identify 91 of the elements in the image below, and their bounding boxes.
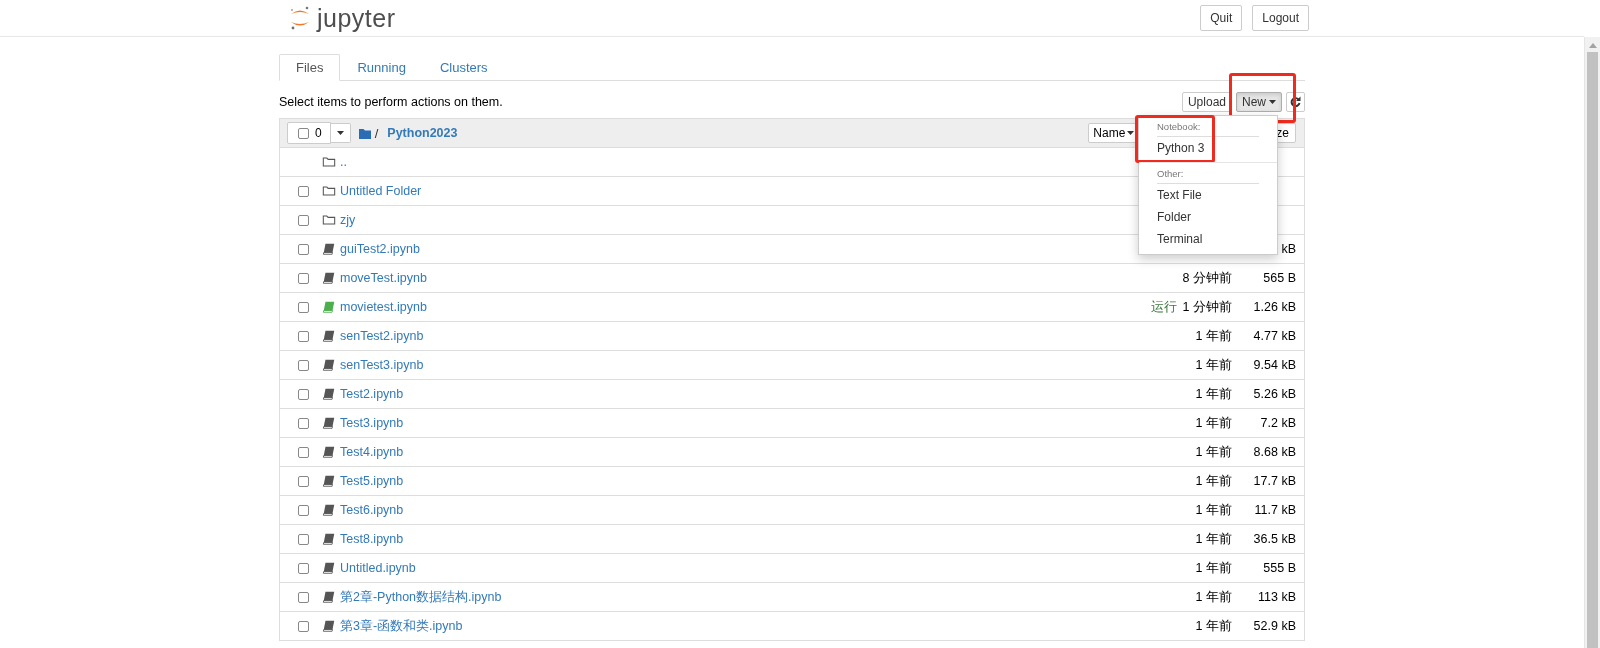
file-size: 9.54 kB [1252,358,1296,372]
file-link[interactable]: Untitled Folder [340,184,422,198]
header-button[interactable]: Quit [1200,5,1243,31]
modified-time: 1 年前 [1195,327,1232,345]
checkbox[interactable] [298,185,309,197]
modified-time: 1 年前 [1195,530,1232,548]
file-link[interactable]: senTest2.ipynb [340,329,424,343]
file-size: 565 B [1262,271,1296,285]
checkbox[interactable] [298,446,309,458]
file-size: 7.2 kB [1259,416,1296,430]
menu-item[interactable]: Terminal [1139,228,1221,250]
upload-button[interactable]: Upload [1181,92,1232,112]
file-size: 11.7 kB [1253,503,1296,517]
file-link[interactable]: Test5.ipynb [340,474,404,488]
file-link[interactable]: Test4.ipynb [340,445,404,459]
file-link[interactable]: zjy [340,213,356,227]
menu-item[interactable]: Text File [1139,184,1220,206]
folder-icon [322,155,336,169]
file-size: 113 kB [1257,590,1296,604]
checkbox[interactable] [298,620,309,632]
tab[interactable]: Clusters [422,54,505,81]
checkbox[interactable] [298,533,309,545]
caret-icon [1127,131,1135,135]
file-size: 1.26 kB [1252,300,1296,314]
folder-icon [322,184,336,198]
checkbox[interactable] [298,562,309,574]
modified-time: 1 年前 [1195,472,1232,490]
modified-time: 1 年前 [1195,443,1232,461]
menu-heading: Other: [1157,165,1259,184]
checkbox[interactable] [298,330,309,342]
checkbox[interactable] [298,359,309,371]
modified-time: 1 分钟前 [1182,298,1232,316]
modified-time: 1 年前 [1195,617,1232,635]
checkbox[interactable] [298,272,309,284]
menu-item[interactable]: Folder [1139,206,1209,228]
file-link[interactable]: Test2.ipynb [340,387,404,401]
path-separator: / [374,125,379,141]
file-link[interactable]: guiTest2.ipynb [340,242,420,256]
file-link[interactable]: senTest3.ipynb [340,358,424,372]
refresh-icon [1290,96,1301,108]
select-all-button[interactable]: 0 [287,122,331,144]
file-size: 36.5 kB [1252,532,1296,546]
file-size: 52.9 kB [1252,619,1296,633]
checkbox[interactable] [298,243,309,255]
checkbox[interactable] [298,388,309,400]
modified-time: 1 年前 [1195,414,1232,432]
checkbox[interactable] [298,417,309,429]
folder-icon [322,213,336,227]
checkbox[interactable] [298,475,309,487]
file-size: 4.77 kB [1252,329,1296,343]
file-size: 5.26 kB [1252,387,1296,401]
file-size: kB [1280,242,1296,256]
folder-icon [358,127,371,139]
header-button[interactable]: Logout [1252,5,1309,31]
file-link[interactable]: movietest.ipynb [340,300,427,314]
file-link[interactable]: Test6.ipynb [340,503,404,517]
file-size: 17.7 kB [1252,474,1296,488]
file-size: 8.68 kB [1252,445,1296,459]
modified-time: 1 年前 [1195,501,1232,519]
file-link[interactable]: Untitled.ipynb [340,561,416,575]
new-button[interactable]: New [1236,92,1282,112]
modified-time: 1 年前 [1195,559,1232,577]
logo-text: jupyter [317,3,396,33]
logo-icon [289,5,311,31]
file-link[interactable]: 第2章-Python数据结构.ipynb [340,588,502,606]
file-link[interactable]: moveTest.ipynb [340,271,427,285]
modified-time: 8 分钟前 [1182,269,1232,287]
checkbox[interactable] [298,301,309,313]
file-link[interactable]: Test8.ipynb [340,532,404,546]
file-link[interactable]: 第3章-函数和类.ipynb [340,617,463,635]
file-link[interactable]: .. [340,155,347,169]
menu-item[interactable]: Python 3 [1139,137,1223,159]
checkbox[interactable] [298,127,309,139]
file-size: 555 B [1262,561,1296,575]
checkbox[interactable] [298,591,309,603]
tab[interactable]: Files [279,54,341,81]
instruction-text: Select items to perform actions on them. [279,95,503,109]
caret-icon [1269,100,1276,104]
running-label: 运行 [1150,298,1177,316]
scroll-up-arrow-icon[interactable] [1588,43,1597,48]
modified-time: 1 年前 [1195,385,1232,403]
modified-time: 1 年前 [1195,588,1232,606]
caret-icon [336,131,344,135]
breadcrumb-link[interactable]: Python2023 [387,126,458,140]
scrollbar[interactable] [1584,37,1600,648]
checkbox[interactable] [298,504,309,516]
select-menu-button[interactable] [330,123,351,143]
checkbox[interactable] [298,214,309,226]
modified-time: 1 年前 [1195,356,1232,374]
file-link[interactable]: Test3.ipynb [340,416,404,430]
tab[interactable]: Running [340,54,423,81]
